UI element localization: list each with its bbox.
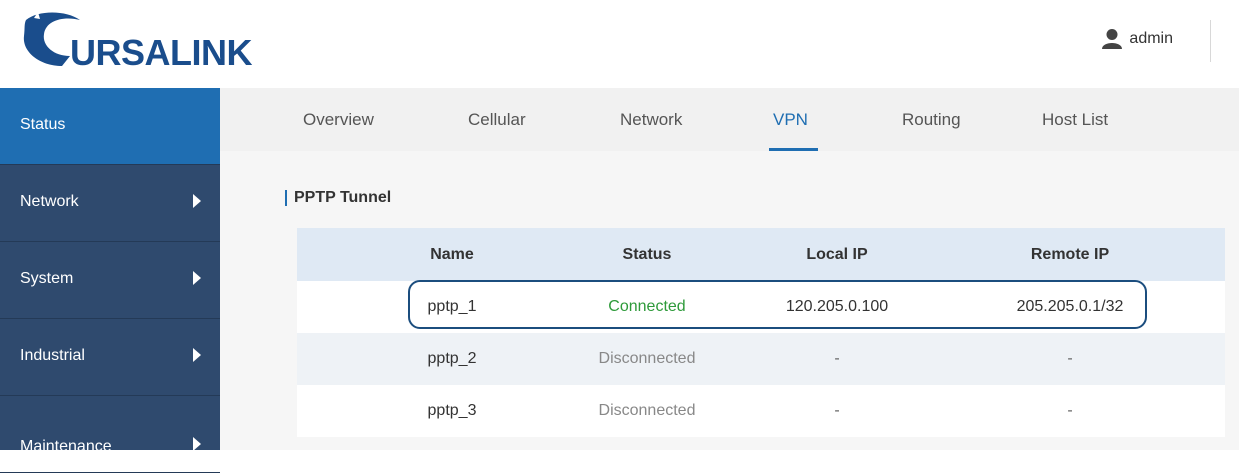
- sidebar: Status Network System Industrial Mainten…: [0, 88, 220, 473]
- column-header-name: Name: [430, 245, 474, 263]
- user-icon: [1102, 29, 1123, 49]
- pptp-table: Name Status Local IP Remote IP pptp_1 Co…: [297, 228, 1225, 438]
- tunnel-name: pptp_1: [427, 298, 477, 315]
- chevron-right-icon: [193, 437, 201, 451]
- chevron-right-icon: [193, 348, 201, 362]
- tunnel-remote-ip: -: [1067, 350, 1073, 367]
- sidebar-item-maintenance[interactable]: Maintenance: [0, 396, 220, 473]
- tab-overview[interactable]: Overview: [303, 110, 374, 130]
- tunnel-name: pptp_2: [427, 350, 477, 367]
- section-title: PPTP Tunnel: [285, 190, 391, 206]
- sidebar-item-network[interactable]: Network: [0, 165, 220, 242]
- tunnel-local-ip: -: [834, 350, 840, 367]
- sidebar-item-label: Status: [20, 116, 66, 133]
- column-header-status: Status: [622, 245, 672, 263]
- table-row: pptp_1 Connected 120.205.0.100 205.205.0…: [297, 281, 1225, 333]
- user-menu[interactable]: admin: [1101, 28, 1173, 50]
- tunnel-remote-ip: -: [1067, 402, 1073, 419]
- sidebar-item-label: Maintenance: [20, 438, 112, 455]
- tab-host-list[interactable]: Host List: [1042, 110, 1108, 130]
- column-header-remote-ip: Remote IP: [1030, 245, 1110, 263]
- tab-bar: Overview Cellular Network VPN Routing Ho…: [220, 88, 1239, 151]
- tunnel-local-ip: -: [834, 402, 840, 419]
- tab-routing[interactable]: Routing: [902, 110, 961, 130]
- ursalink-logo[interactable]: URSALINK: [18, 10, 268, 74]
- header: URSALINK admin: [0, 0, 1239, 88]
- tab-network[interactable]: Network: [620, 110, 682, 130]
- tunnel-status: Disconnected: [598, 350, 696, 367]
- tab-vpn[interactable]: VPN: [773, 110, 808, 130]
- tunnel-status: Connected: [608, 298, 686, 315]
- sidebar-item-label: Industrial: [20, 347, 85, 364]
- logo-text: URSALINK: [70, 32, 253, 73]
- table-row: pptp_3 Disconnected - -: [297, 385, 1225, 437]
- column-header-local-ip: Local IP: [806, 245, 868, 263]
- table-header: Name Status Local IP Remote IP: [297, 228, 1225, 281]
- tunnel-local-ip: 120.205.0.100: [785, 298, 889, 315]
- sidebar-item-status[interactable]: Status: [0, 88, 220, 165]
- tunnel-remote-ip: 205.205.0.1/32: [1016, 298, 1124, 315]
- sidebar-item-label: Network: [20, 193, 79, 210]
- tab-cellular[interactable]: Cellular: [468, 110, 526, 130]
- chevron-right-icon: [193, 194, 201, 208]
- tunnel-status: Disconnected: [598, 402, 696, 419]
- user-name: admin: [1129, 30, 1173, 47]
- sidebar-item-label: System: [20, 270, 74, 287]
- chevron-right-icon: [193, 271, 201, 285]
- sidebar-item-industrial[interactable]: Industrial: [0, 319, 220, 396]
- sidebar-item-system[interactable]: System: [0, 242, 220, 319]
- tunnel-name: pptp_3: [427, 402, 477, 419]
- header-divider: [1210, 20, 1211, 62]
- table-row: pptp_2 Disconnected - -: [297, 333, 1225, 385]
